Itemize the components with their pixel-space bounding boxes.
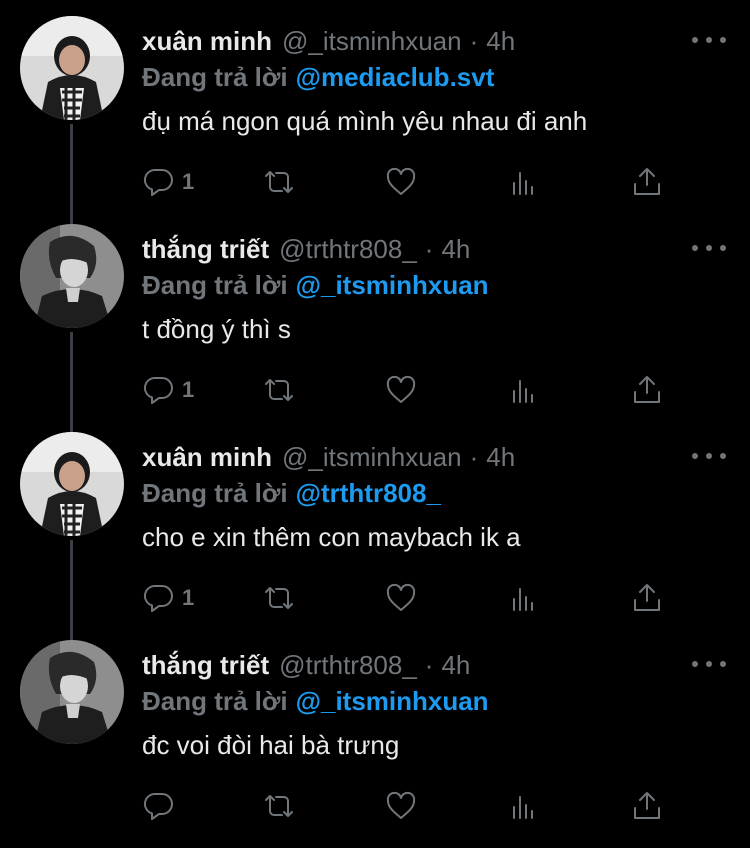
reply-count: 1: [182, 169, 195, 194]
separator-dot: ·: [424, 650, 434, 680]
more-icon[interactable]: [692, 30, 726, 50]
reply-icon: [143, 792, 173, 820]
retweet-icon: [265, 171, 293, 193]
retweet-icon: [265, 379, 293, 401]
avatar[interactable]: [20, 432, 124, 536]
separator-dot: ·: [469, 442, 479, 472]
display-name[interactable]: thắng triết: [142, 648, 269, 682]
like-icon: [386, 583, 416, 611]
display-name[interactable]: xuân minh: [142, 24, 272, 58]
timestamp[interactable]: 4h: [486, 440, 515, 474]
display-name[interactable]: xuân minh: [142, 440, 272, 474]
share-icon: [634, 168, 660, 195]
replying-to-label: Đang trả lời: [142, 686, 288, 716]
share-button[interactable]: [630, 578, 664, 618]
like-icon: [386, 167, 416, 195]
tweet-header: thắng triết @trthtr808_ · 4h: [142, 648, 470, 682]
reply-icon: [143, 376, 173, 404]
reply-button[interactable]: 1: [142, 370, 194, 410]
replying-to: Đang trả lời @mediaclub.svt: [142, 60, 494, 94]
retweet-button[interactable]: [262, 578, 296, 618]
reply-count: 1: [182, 585, 195, 610]
separator-dot: ·: [424, 234, 434, 264]
tweet-actions: 1: [0, 370, 750, 410]
more-icon[interactable]: [692, 238, 726, 258]
retweet-button[interactable]: [262, 370, 296, 410]
timestamp[interactable]: 4h: [441, 648, 470, 682]
share-button[interactable]: [630, 162, 664, 202]
tweet-actions: 1: [0, 162, 750, 202]
like-button[interactable]: [384, 578, 418, 618]
share-button[interactable]: [630, 786, 664, 826]
retweet-icon: [265, 587, 293, 609]
replying-to: Đang trả lời @_itsminhxuan: [142, 268, 489, 302]
views-icon: [513, 380, 533, 403]
user-handle[interactable]: @trthtr808_: [279, 648, 417, 682]
user-handle[interactable]: @_itsminhxuan: [282, 24, 462, 58]
reply-count: 1: [182, 377, 195, 402]
replying-to-label: Đang trả lời: [142, 270, 288, 300]
share-icon: [634, 792, 660, 819]
avatar[interactable]: [20, 16, 124, 120]
reply-button[interactable]: [142, 786, 182, 826]
replying-to-label: Đang trả lời: [142, 62, 288, 92]
views-button[interactable]: [507, 162, 541, 202]
tweet-text: cho e xin thêm con maybach ik a: [142, 522, 521, 552]
like-icon: [386, 375, 416, 403]
tweet-text: đụ má ngon quá mình yêu nhau đi anh: [142, 106, 588, 136]
reply-mention-link[interactable]: @trthtr808_: [296, 478, 441, 508]
replying-to: Đang trả lời @trthtr808_: [142, 476, 441, 510]
tweet-actions: [0, 786, 750, 826]
views-icon: [513, 172, 533, 195]
views-icon: [513, 796, 533, 819]
reply-mention-link[interactable]: @_itsminhxuan: [296, 270, 489, 300]
tweet-actions: 1: [0, 578, 750, 618]
tweet[interactable]: xuân minh @_itsminhxuan · 4h Đang trả lờ…: [0, 16, 750, 224]
reply-icon: [143, 168, 173, 196]
tweet-header: xuân minh @_itsminhxuan · 4h: [142, 24, 515, 58]
reply-thread: xuân minh @_itsminhxuan · 4h Đang trả lờ…: [0, 0, 750, 841]
views-button[interactable]: [507, 578, 541, 618]
more-icon[interactable]: [692, 446, 726, 466]
tweet-header: xuân minh @_itsminhxuan · 4h: [142, 440, 515, 474]
timestamp[interactable]: 4h: [441, 232, 470, 266]
more-icon[interactable]: [692, 654, 726, 674]
tweet-header: thắng triết @trthtr808_ · 4h: [142, 232, 470, 266]
share-button[interactable]: [630, 370, 664, 410]
reply-button[interactable]: 1: [142, 162, 194, 202]
tweet[interactable]: thắng triết @trthtr808_ · 4h Đang trả lờ…: [0, 224, 750, 432]
like-button[interactable]: [384, 370, 418, 410]
display-name[interactable]: thắng triết: [142, 232, 269, 266]
tweet-text: t đồng ý thì s: [142, 314, 291, 344]
replying-to-label: Đang trả lời: [142, 478, 288, 508]
avatar[interactable]: [20, 224, 124, 328]
user-handle[interactable]: @trthtr808_: [279, 232, 417, 266]
replying-to: Đang trả lời @_itsminhxuan: [142, 684, 489, 718]
retweet-button[interactable]: [262, 786, 296, 826]
reply-mention-link[interactable]: @_itsminhxuan: [296, 686, 489, 716]
views-icon: [513, 588, 533, 611]
views-button[interactable]: [507, 370, 541, 410]
share-icon: [634, 584, 660, 611]
avatar[interactable]: [20, 640, 124, 744]
tweet[interactable]: thắng triết @trthtr808_ · 4h Đang trả lờ…: [0, 640, 750, 848]
retweet-button[interactable]: [262, 162, 296, 202]
share-icon: [634, 376, 660, 403]
like-button[interactable]: [384, 786, 418, 826]
timestamp[interactable]: 4h: [486, 24, 515, 58]
like-button[interactable]: [384, 162, 418, 202]
reply-icon: [143, 584, 173, 612]
reply-button[interactable]: 1: [142, 578, 194, 618]
like-icon: [386, 791, 416, 819]
user-handle[interactable]: @_itsminhxuan: [282, 440, 462, 474]
separator-dot: ·: [469, 26, 479, 56]
views-button[interactable]: [507, 786, 541, 826]
retweet-icon: [265, 795, 293, 817]
tweet[interactable]: xuân minh @_itsminhxuan · 4h Đang trả lờ…: [0, 432, 750, 640]
reply-mention-link[interactable]: @mediaclub.svt: [296, 62, 495, 92]
tweet-text: đc voi đòi hai bà trưng: [142, 730, 400, 760]
